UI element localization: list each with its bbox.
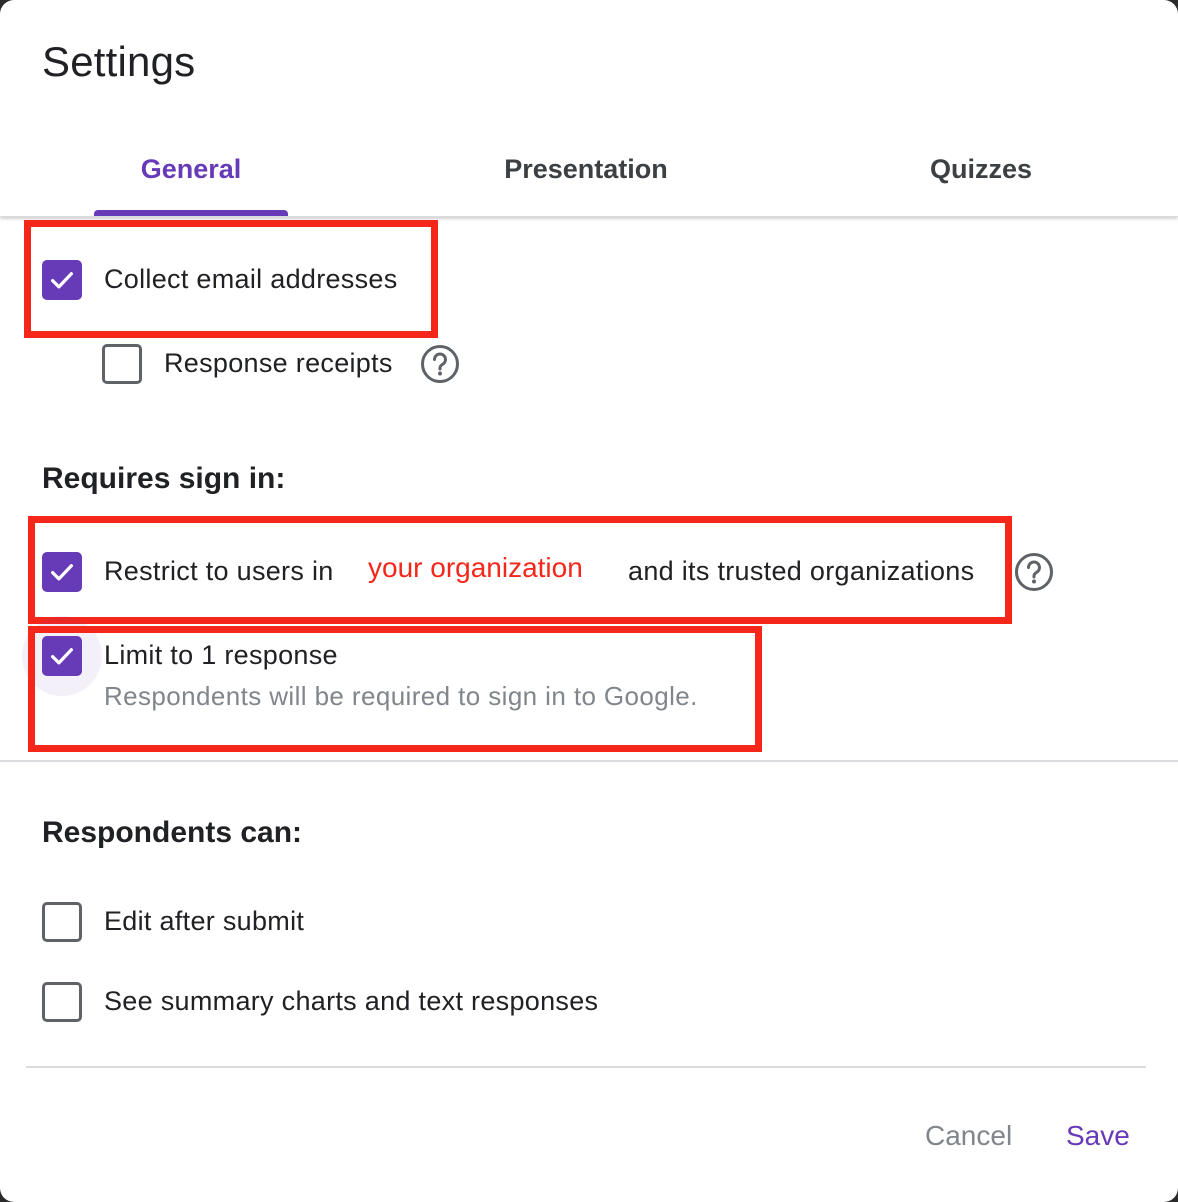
collect-email-checkbox[interactable] [42,260,82,300]
check-icon [51,564,73,581]
see-summary-checkbox[interactable] [42,982,82,1022]
tab-general[interactable]: General [141,154,242,185]
cancel-button[interactable]: Cancel [925,1120,1012,1152]
tab-quizzes[interactable]: Quizzes [930,154,1032,185]
annotation-your-organization: your organization [368,552,583,583]
active-tab-indicator [94,210,288,216]
requires-sign-in-heading: Requires sign in: [42,462,286,495]
tab-bar: General Presentation Quizzes [0,128,1178,217]
footer-divider [26,1066,1146,1068]
see-summary-label: See summary charts and text responses [104,986,599,1016]
save-button[interactable]: Save [1066,1120,1130,1152]
response-receipts-checkbox[interactable] [102,344,142,384]
section-divider [0,760,1178,762]
restrict-users-label-suffix: and its trusted organizations [628,556,975,586]
settings-dialog: Settings General Presentation Quizzes Co… [0,0,1178,1202]
help-icon[interactable] [420,344,460,384]
tab-presentation[interactable]: Presentation [504,154,668,185]
restrict-users-label-prefix: Restrict to users in [104,556,334,586]
check-icon [51,648,73,665]
response-receipts-label: Response receipts [164,348,393,378]
limit-one-response-hint: Respondents will be required to sign in … [104,681,698,711]
check-icon [51,272,73,289]
collect-email-label: Collect email addresses [104,264,398,294]
limit-one-response-checkbox[interactable] [42,636,82,676]
edit-after-submit-label: Edit after submit [104,906,305,936]
help-icon[interactable] [1014,552,1054,592]
edit-after-submit-checkbox[interactable] [42,902,82,942]
dialog-title: Settings [42,38,196,85]
limit-one-response-label: Limit to 1 response [104,640,338,670]
respondents-can-heading: Respondents can: [42,816,303,849]
restrict-users-checkbox[interactable] [42,552,82,592]
